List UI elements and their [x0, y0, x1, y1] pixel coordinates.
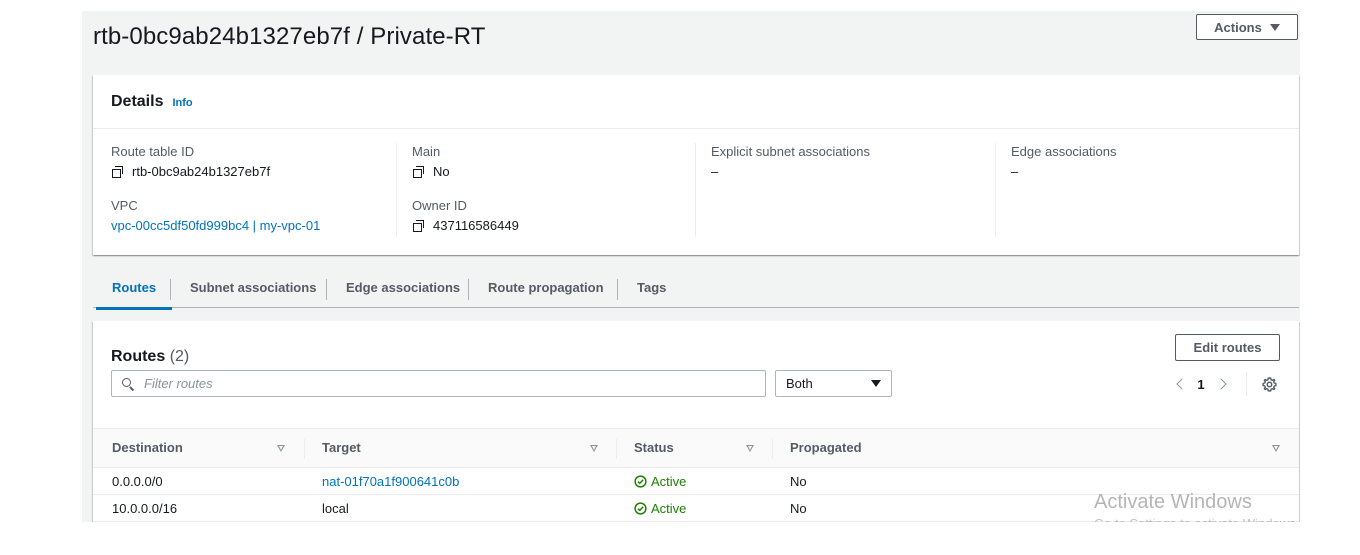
info-link[interactable]: Info [172, 97, 192, 109]
details-column-2: Main No Owner ID 437116586449 [396, 143, 696, 237]
details-header: Details Info [93, 75, 1299, 129]
routes-count: (2) [169, 348, 190, 365]
explicit-subnet-label: Explicit subnet associations [711, 144, 870, 159]
sort-icon[interactable] [277, 445, 285, 452]
main-row: No [412, 164, 450, 179]
chevron-left-icon[interactable] [1170, 374, 1190, 394]
sort-icon[interactable] [1272, 445, 1280, 452]
table-row: 10.0.0.0/16 local Active No [93, 495, 1299, 522]
vpc-label: VPC [111, 198, 138, 213]
route-type-select[interactable]: Both [775, 370, 892, 397]
route-propagated: No [790, 474, 807, 489]
edge-associations-field: Edge associations – [1011, 144, 1117, 179]
vpc-link[interactable]: vpc-00cc5df50fd999bc4 | my-vpc-01 [111, 218, 320, 233]
tab-routes[interactable]: Routes [95, 273, 173, 310]
page-title: rtb-0bc9ab24b1327eb7f / Private-RT [93, 23, 486, 50]
tab-route-propagation[interactable]: Route propagation [488, 273, 604, 308]
tab-divider [468, 279, 469, 300]
route-table-id-value: rtb-0bc9ab24b1327eb7f [132, 164, 271, 179]
column-destination[interactable]: Destination [112, 429, 183, 467]
main-label: Main [412, 144, 441, 159]
route-destination: 10.0.0.0/16 [112, 501, 178, 516]
column-target[interactable]: Target [322, 429, 361, 467]
details-column-1: Route table ID rtb-0bc9ab24b1327eb7f VPC… [111, 143, 396, 237]
page-number[interactable]: 1 [1194, 377, 1208, 392]
check-circle-icon [634, 475, 647, 488]
tab-edge-associations[interactable]: Edge associations [346, 273, 460, 308]
column-divider [616, 439, 617, 459]
details-column-3: Explicit subnet associations – [695, 143, 995, 237]
vpc-field: VPC vpc-00cc5df50fd999bc4 | my-vpc-01 [111, 198, 320, 233]
column-divider [772, 439, 773, 459]
edge-associations-label: Edge associations [1011, 144, 1117, 159]
vpc-row: vpc-00cc5df50fd999bc4 | my-vpc-01 [111, 218, 320, 233]
route-table-page: rtb-0bc9ab24b1327eb7f / Private-RT Actio… [82, 11, 1300, 522]
tab-bar: Routes Subnet associations Edge associat… [93, 273, 1299, 310]
route-status-label: Active [651, 501, 687, 516]
table-row: 0.0.0.0/0 nat-01f70a1f900641c0b Active N… [93, 468, 1299, 495]
check-circle-icon [634, 502, 647, 515]
sort-icon[interactable] [746, 445, 754, 452]
copy-icon[interactable] [112, 166, 123, 178]
route-table-id-label: Route table ID [111, 144, 195, 159]
route-target-link[interactable]: nat-01f70a1f900641c0b [322, 468, 459, 495]
owner-id-value: 437116586449 [433, 218, 519, 233]
actions-label: Actions [1214, 19, 1262, 35]
owner-id-row: 437116586449 [412, 218, 519, 233]
copy-icon[interactable] [413, 220, 424, 232]
route-table-id-row: rtb-0bc9ab24b1327eb7f [111, 164, 270, 179]
filter-routes-input[interactable] [144, 376, 744, 391]
route-target: local [322, 501, 349, 516]
owner-id-field: Owner ID 437116586449 [412, 198, 519, 233]
tab-tags[interactable]: Tags [637, 273, 666, 308]
actions-button[interactable]: Actions [1196, 14, 1298, 40]
edge-associations-value: – [1011, 164, 1019, 179]
pager-divider [1246, 372, 1247, 396]
tab-divider [170, 279, 171, 300]
main-value: No [433, 164, 450, 179]
column-status[interactable]: Status [634, 429, 674, 467]
routes-panel: Routes (2) Edit routes Both 1 Destinatio… [93, 321, 1299, 522]
details-grid: Route table ID rtb-0bc9ab24b1327eb7f VPC… [93, 129, 1299, 249]
route-type-select-value: Both [786, 376, 813, 391]
column-divider [304, 439, 305, 459]
search-icon [122, 377, 134, 390]
copy-icon[interactable] [413, 166, 424, 178]
pagination: 1 [1170, 374, 1232, 394]
details-column-4: Edge associations – [995, 143, 1295, 237]
route-status-label: Active [651, 474, 687, 489]
tab-divider [617, 279, 618, 300]
sort-icon[interactable] [590, 445, 598, 452]
tab-subnet-associations[interactable]: Subnet associations [190, 273, 316, 308]
caret-down-icon [1269, 23, 1280, 31]
column-propagated[interactable]: Propagated [790, 429, 862, 467]
main-field: Main No [412, 144, 450, 179]
tab-divider [326, 279, 327, 300]
details-panel: Details Info Route table ID rtb-0bc9ab24… [93, 75, 1299, 255]
chevron-right-icon[interactable] [1212, 374, 1232, 394]
filter-routes-field[interactable] [111, 370, 766, 397]
route-propagated: No [790, 501, 807, 516]
explicit-subnet-value: – [711, 164, 719, 179]
explicit-subnet-field: Explicit subnet associations – [711, 144, 870, 179]
routes-title: Routes [111, 348, 166, 365]
gear-icon[interactable] [1262, 377, 1277, 392]
owner-id-label: Owner ID [412, 198, 467, 213]
route-status: Active [634, 495, 686, 522]
caret-down-icon [871, 380, 881, 387]
routes-table-header: Destination Target Status Propagated [93, 428, 1299, 468]
route-table-id-field: Route table ID rtb-0bc9ab24b1327eb7f [111, 144, 270, 179]
routes-title-row: Routes (2) [111, 348, 189, 366]
details-title: Details [111, 92, 164, 110]
route-destination: 0.0.0.0/0 [112, 474, 163, 489]
edit-routes-button[interactable]: Edit routes [1175, 334, 1280, 361]
route-status: Active [634, 468, 686, 495]
